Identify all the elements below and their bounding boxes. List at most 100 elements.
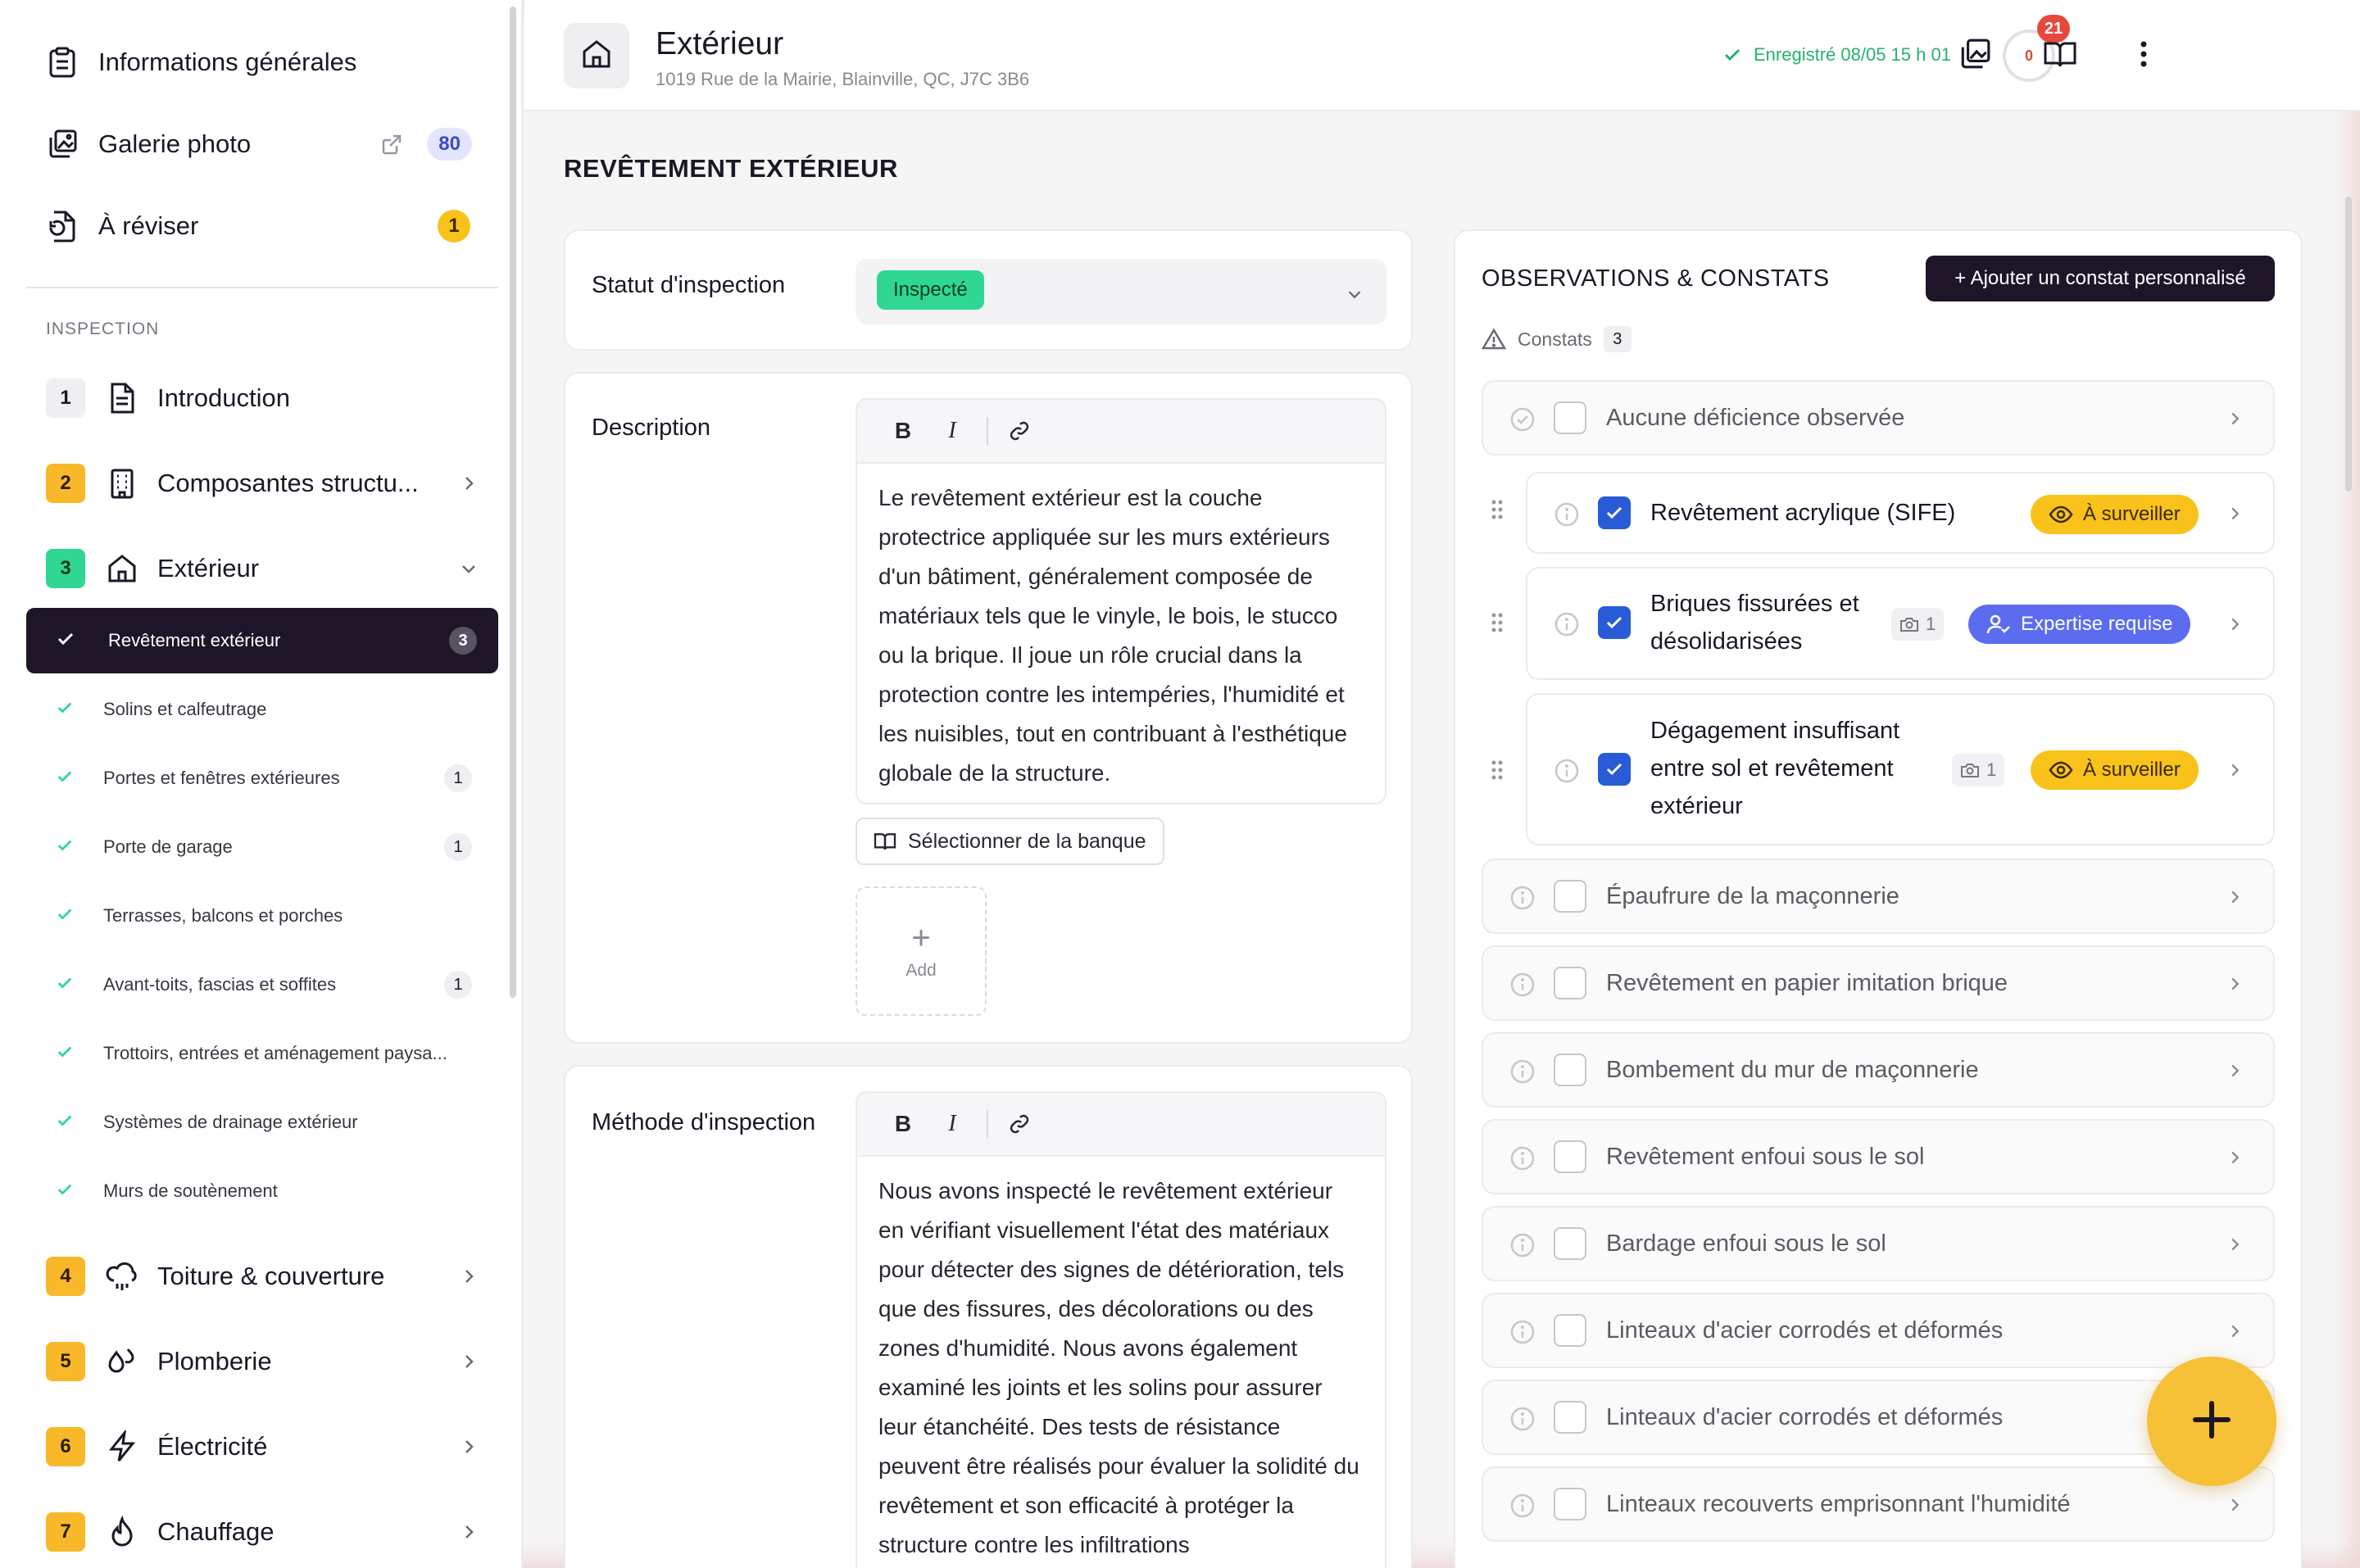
finding-checkbox[interactable] bbox=[1554, 1227, 1586, 1260]
sidebar-scrollbar[interactable] bbox=[510, 7, 516, 998]
sidebar-category-heating[interactable]: 7 Chauffage bbox=[46, 1509, 480, 1555]
eye-icon bbox=[2049, 505, 2073, 523]
info-icon[interactable] bbox=[1509, 1406, 1536, 1436]
select-from-bank-button[interactable]: Sélectionner de la banque bbox=[856, 818, 1164, 865]
sidebar-category-exterior[interactable]: 3 Extérieur bbox=[46, 546, 480, 591]
finding-checkbox[interactable] bbox=[1554, 1054, 1586, 1086]
finding-checkbox[interactable] bbox=[1554, 967, 1586, 999]
sidebar-item-gallery[interactable]: Galerie photo 80 bbox=[46, 120, 488, 169]
main-scrollbar[interactable] bbox=[2345, 197, 2352, 492]
category-label: Électricité bbox=[157, 1432, 268, 1461]
add-fab-button[interactable] bbox=[2147, 1357, 2276, 1486]
finding-row[interactable]: Briques fissurées et désolidarisées 1 Ex… bbox=[1526, 567, 2275, 680]
review-count-badge: 1 bbox=[438, 210, 470, 242]
bold-icon[interactable]: B bbox=[883, 1104, 923, 1144]
home-button[interactable] bbox=[564, 23, 629, 88]
description-text[interactable]: Le revêtement extérieur est la couche pr… bbox=[857, 464, 1385, 803]
info-icon[interactable] bbox=[1509, 1232, 1536, 1262]
sidebar-subitem[interactable]: Terrasses, balcons et porches bbox=[56, 900, 482, 932]
finding-row[interactable]: Épaufrure de la maçonnerie bbox=[1482, 859, 2275, 934]
add-custom-finding-button[interactable]: + Ajouter un constat personnalisé bbox=[1926, 256, 2275, 301]
external-link-icon[interactable] bbox=[380, 133, 403, 160]
monitor-tag[interactable]: À surveiller bbox=[2031, 495, 2199, 534]
category-number: 4 bbox=[46, 1257, 85, 1296]
info-icon[interactable] bbox=[1509, 885, 1536, 915]
finding-checkbox[interactable] bbox=[1598, 606, 1631, 639]
finding-checkbox[interactable] bbox=[1554, 1488, 1586, 1520]
subitem-label: Terrasses, balcons et porches bbox=[103, 905, 343, 926]
sidebar: Informations générales Galerie photo 80 … bbox=[0, 0, 523, 1568]
gallery-count-badge: 80 bbox=[427, 128, 472, 161]
editor-toolbar: B I bbox=[857, 400, 1385, 464]
chevron-right-icon bbox=[2224, 1321, 2245, 1346]
finding-row[interactable]: Revêtement enfoui sous le sol bbox=[1482, 1119, 2275, 1194]
info-icon[interactable] bbox=[1509, 1058, 1536, 1089]
link-icon[interactable] bbox=[1000, 411, 1039, 451]
sidebar-category-electricity[interactable]: 6 Électricité bbox=[46, 1424, 480, 1470]
info-icon[interactable] bbox=[1554, 611, 1580, 641]
description-editor[interactable]: B I Le revêtement extérieur est la couch… bbox=[856, 398, 1386, 804]
finding-row[interactable]: Aucune déficience observée bbox=[1482, 380, 2275, 455]
info-icon[interactable] bbox=[1554, 758, 1580, 788]
category-number: 5 bbox=[46, 1342, 85, 1381]
sidebar-category-plumbing[interactable]: 5 Plomberie bbox=[46, 1339, 480, 1384]
finding-checkbox[interactable] bbox=[1554, 1314, 1586, 1347]
method-editor[interactable]: B I Nous avons inspecté le revêtement ex… bbox=[856, 1091, 1386, 1568]
sidebar-subitem[interactable]: Trottoirs, entrées et aménagement paysa.… bbox=[56, 1037, 482, 1070]
finding-checkbox[interactable] bbox=[1554, 1140, 1586, 1173]
info-icon[interactable] bbox=[1509, 1145, 1536, 1176]
header: Extérieur 1019 Rue de la Mairie, Blainvi… bbox=[524, 0, 2360, 111]
info-icon[interactable] bbox=[1554, 501, 1580, 532]
finding-checkbox[interactable] bbox=[1598, 753, 1631, 786]
link-icon[interactable] bbox=[1000, 1104, 1039, 1144]
more-menu-button[interactable] bbox=[2126, 38, 2162, 74]
finding-row[interactable]: Linteaux recouverts emprisonnant l'humid… bbox=[1482, 1466, 2275, 1542]
sidebar-subitem[interactable]: Portes et fenêtres extérieures 1 bbox=[56, 762, 482, 795]
category-label: Introduction bbox=[157, 383, 290, 412]
sidebar-subitem[interactable]: Systèmes de drainage extérieur bbox=[56, 1106, 482, 1139]
finding-row[interactable]: Revêtement en papier imitation brique bbox=[1482, 945, 2275, 1021]
drag-handle-icon[interactable] bbox=[1490, 759, 1504, 786]
italic-icon[interactable]: I bbox=[933, 1104, 972, 1144]
sidebar-subitem-active[interactable]: Revêtement extérieur 3 bbox=[26, 608, 498, 673]
finding-row[interactable]: Revêtement acrylique (SIFE) À surveiller bbox=[1526, 472, 2275, 554]
finding-checkbox[interactable] bbox=[1554, 1401, 1586, 1434]
monitor-tag[interactable]: À surveiller bbox=[2031, 750, 2199, 790]
sidebar-subitem[interactable]: Porte de garage 1 bbox=[56, 831, 482, 863]
photo-count: 1 bbox=[1952, 754, 2005, 786]
book-open-icon bbox=[874, 833, 896, 850]
sidebar-item-general-info[interactable]: Informations générales bbox=[46, 38, 488, 87]
drag-handle-icon[interactable] bbox=[1490, 498, 1504, 525]
home-icon bbox=[581, 39, 612, 74]
finding-row[interactable]: Dégagement insuffisant entre sol et revê… bbox=[1526, 693, 2275, 845]
method-text[interactable]: Nous avons inspecté le revêtement extéri… bbox=[857, 1157, 1385, 1568]
save-status-label: Enregistré 08/05 15 h 01 bbox=[1754, 44, 1951, 65]
info-icon[interactable] bbox=[1509, 1319, 1536, 1349]
chevron-right-icon bbox=[457, 1350, 480, 1377]
gallery-button[interactable] bbox=[1957, 38, 1993, 74]
info-icon[interactable] bbox=[1509, 972, 1536, 1002]
sidebar-category-roof[interactable]: 4 Toiture & couverture bbox=[46, 1253, 480, 1299]
finding-row[interactable]: Bombement du mur de maçonnerie bbox=[1482, 1032, 2275, 1108]
sidebar-category-introduction[interactable]: 1 Introduction bbox=[46, 375, 480, 421]
finding-checkbox[interactable] bbox=[1598, 496, 1631, 529]
finding-row[interactable]: Bardage enfoui sous le sol bbox=[1482, 1206, 2275, 1281]
expertise-tag[interactable]: Expertise requise bbox=[1968, 605, 2191, 644]
library-button[interactable] bbox=[2042, 38, 2078, 74]
lightning-icon bbox=[105, 1430, 139, 1464]
finding-row[interactable]: Linteaux d'acier corrodés et déformés bbox=[1482, 1293, 2275, 1368]
finding-checkbox[interactable] bbox=[1554, 401, 1586, 434]
bold-icon[interactable]: B bbox=[883, 411, 923, 451]
finding-checkbox[interactable] bbox=[1554, 880, 1586, 913]
sidebar-item-review[interactable]: À réviser 1 bbox=[46, 202, 488, 251]
user-check-icon bbox=[1986, 614, 2010, 634]
add-photo-button[interactable]: + Add bbox=[856, 886, 987, 1016]
info-icon[interactable] bbox=[1509, 1493, 1536, 1523]
sidebar-subitem[interactable]: Murs de soutènement bbox=[56, 1175, 482, 1208]
sidebar-subitem[interactable]: Avant-toits, fascias et soffites 1 bbox=[56, 968, 482, 1001]
status-select[interactable]: Inspecté bbox=[856, 259, 1386, 324]
italic-icon[interactable]: I bbox=[933, 411, 972, 451]
sidebar-category-structure[interactable]: 2 Composantes structu... bbox=[46, 460, 480, 506]
drag-handle-icon[interactable] bbox=[1490, 611, 1504, 638]
sidebar-subitem[interactable]: Solins et calfeutrage bbox=[56, 693, 482, 726]
